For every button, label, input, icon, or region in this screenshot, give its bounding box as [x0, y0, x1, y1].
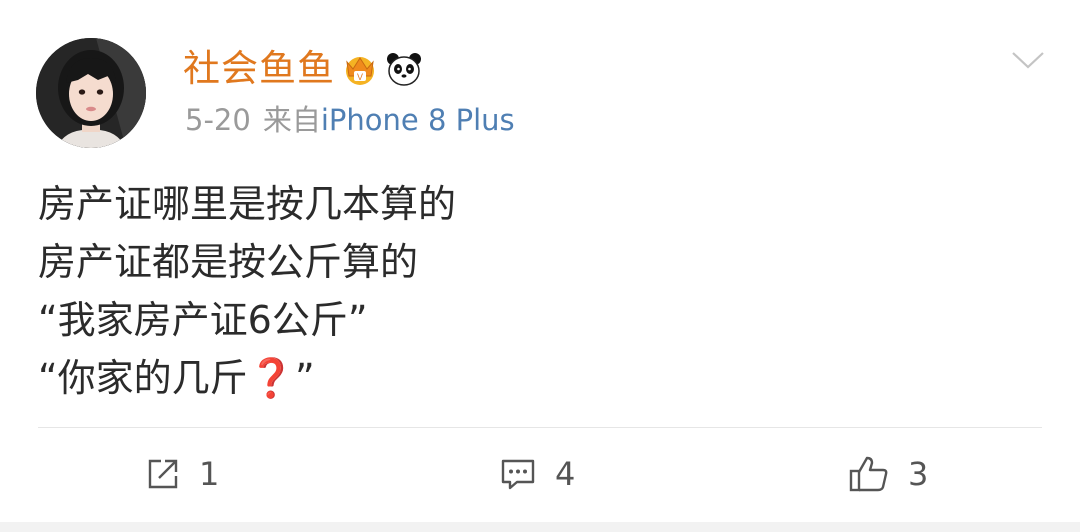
post-line: “我家房产证6公斤”: [38, 298, 368, 342]
chevron-down-icon[interactable]: [1010, 46, 1046, 74]
post-line: 房产证都是按公斤算的: [38, 240, 419, 284]
author-name[interactable]: 社会鱼鱼: [183, 44, 335, 94]
repost-count: 1: [199, 455, 220, 493]
panda-icon: [385, 50, 423, 88]
source-device-link[interactable]: iPhone 8 Plus: [321, 103, 515, 137]
post-meta: 5-20 来自iPhone 8 Plus: [185, 100, 515, 140]
crown-vip-badge-icon[interactable]: V: [341, 50, 379, 88]
author-row: 社会鱼鱼 V: [183, 44, 423, 94]
post-line-close-quote: ”: [295, 356, 315, 400]
like-button[interactable]: 3: [848, 448, 928, 500]
repost-icon: [148, 459, 178, 489]
comment-icon: [501, 459, 535, 490]
thumbs-up-icon: [849, 456, 888, 492]
comment-count: 4: [555, 455, 576, 493]
avatar[interactable]: [36, 38, 146, 148]
divider: [38, 427, 1042, 428]
svg-text:V: V: [357, 72, 363, 82]
post-line: “你家的几斤❓”: [38, 349, 1038, 407]
bottom-separator: [0, 522, 1080, 532]
user-avatar-image: [36, 38, 146, 148]
source-prefix: 来自: [262, 103, 321, 137]
like-count: 3: [908, 455, 929, 493]
post-date: 5-20: [185, 103, 251, 137]
comment-button[interactable]: 4: [499, 448, 575, 500]
question-mark-icon: ❓: [247, 356, 296, 400]
post-line-text: “你家的几斤: [38, 356, 248, 400]
post-content: 房产证哪里是按几本算的 房产证都是按公斤算的 “我家房产证6公斤” “你家的几斤…: [38, 175, 1038, 407]
post-line: 房产证哪里是按几本算的: [38, 182, 457, 226]
repost-button[interactable]: 1: [145, 448, 219, 500]
